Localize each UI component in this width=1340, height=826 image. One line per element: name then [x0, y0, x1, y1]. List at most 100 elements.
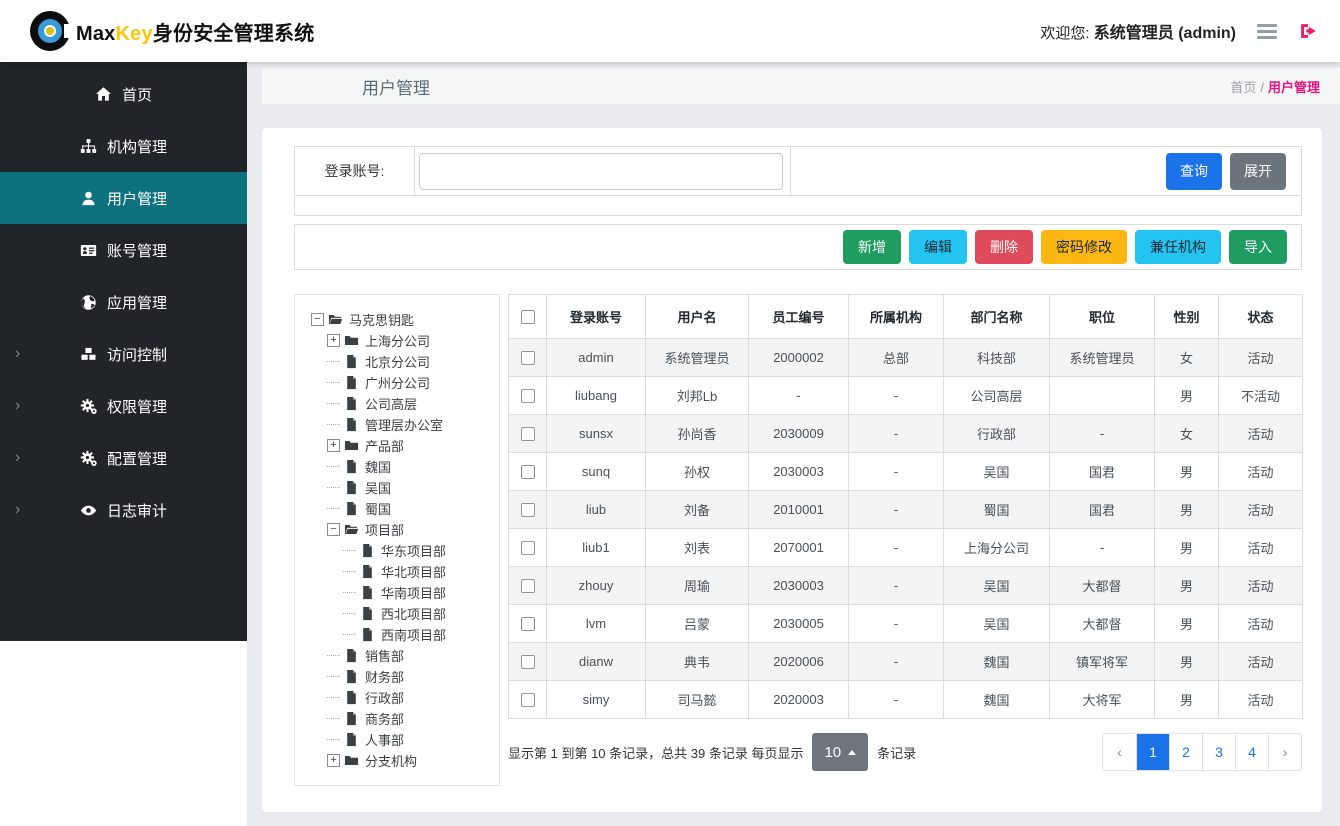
breadcrumb-home-link[interactable]: 首页 — [1230, 80, 1256, 95]
table-row[interactable]: sunq孙权2030003-吴国国君男活动 — [509, 453, 1303, 491]
table-cell: 男 — [1155, 377, 1219, 415]
table-cell: - — [749, 377, 849, 415]
table-row[interactable]: admin系统管理员2000002总部科技部系统管理员女活动 — [509, 339, 1303, 377]
sidebar-item-home[interactable]: 首页 — [0, 68, 247, 120]
per-page-dropdown[interactable]: 10 — [812, 733, 868, 771]
tree-node[interactable]: 华南项目部 — [301, 582, 495, 603]
tree-node[interactable]: 吴国 — [301, 477, 495, 498]
tree-connector — [327, 424, 340, 425]
brand-logo[interactable]: MaxKey身份安全管理系统 — [30, 11, 314, 51]
table-row[interactable]: liub1刘表2070001-上海分公司-男活动 — [509, 529, 1303, 567]
next-page-button[interactable]: › — [1268, 734, 1301, 770]
query-button[interactable]: 查询 — [1166, 153, 1222, 190]
expand-button[interactable]: 展开 — [1230, 153, 1286, 190]
chevron-right-icon: › — [15, 346, 20, 362]
login-account-input[interactable] — [419, 153, 783, 190]
row-checkbox[interactable] — [521, 617, 535, 631]
user-table: 登录账号用户名员工编号所属机构部门名称职位性别状态 admin系统管理员2000… — [508, 294, 1303, 719]
table-cell: 刘邦Lb — [646, 377, 749, 415]
sidebar-nav: 首页 机构管理 用户管理 账号管理 应用管理 › 访问控制 › 权限管理 › 配… — [0, 62, 247, 641]
edit-button[interactable]: 编辑 — [909, 230, 967, 264]
row-checkbox[interactable] — [521, 465, 535, 479]
home-icon — [95, 85, 113, 103]
import-button[interactable]: 导入 — [1229, 230, 1287, 264]
table-row[interactable]: dianw典韦2020006-魏国镇军将军男活动 — [509, 643, 1303, 681]
tree-node[interactable]: − 马克思钥匙 — [301, 309, 495, 330]
tree-connector — [327, 655, 340, 656]
tree-node[interactable]: 华北项目部 — [301, 561, 495, 582]
tree-node[interactable]: + 产品部 — [301, 435, 495, 456]
row-checkbox[interactable] — [521, 389, 535, 403]
row-checkbox[interactable] — [521, 351, 535, 365]
tree-node[interactable]: 北京分公司 — [301, 351, 495, 372]
prev-page-button[interactable]: ‹ — [1103, 734, 1136, 770]
concurrent-button[interactable]: 兼任机构 — [1135, 230, 1221, 264]
sidebar-item-audit[interactable]: › 日志审计 — [0, 484, 247, 536]
logout-icon[interactable] — [1298, 21, 1318, 41]
tree-toggle[interactable]: + — [327, 754, 340, 767]
sidebar-item-org[interactable]: 机构管理 — [0, 120, 247, 172]
delete-button[interactable]: 删除 — [975, 230, 1033, 264]
sidebar-item-accounts[interactable]: 账号管理 — [0, 224, 247, 276]
pagination-summary: 显示第 1 到第 10 条记录，总共 39 条记录 每页显示 10 条记录 — [508, 733, 916, 771]
sidebar-item-access[interactable]: › 访问控制 — [0, 328, 247, 380]
file-icon — [344, 396, 360, 411]
row-checkbox[interactable] — [521, 503, 535, 517]
tree-node[interactable]: 公司高层 — [301, 393, 495, 414]
page-button-2[interactable]: 2 — [1169, 734, 1202, 770]
tree-node[interactable]: 华东项目部 — [301, 540, 495, 561]
page-title: 用户管理 — [362, 74, 430, 99]
sidebar-item-users[interactable]: 用户管理 — [0, 172, 247, 224]
tree-node[interactable]: 西北项目部 — [301, 603, 495, 624]
row-checkbox[interactable] — [521, 693, 535, 707]
tree-toggle[interactable]: + — [327, 334, 340, 347]
tree-connector — [327, 466, 340, 467]
tree-node[interactable]: 魏国 — [301, 456, 495, 477]
table-cell: sunq — [547, 453, 646, 491]
sidebar-item-config[interactable]: › 配置管理 — [0, 432, 247, 484]
menu-toggle-icon[interactable] — [1254, 21, 1280, 42]
table-cell: - — [1050, 415, 1155, 453]
select-all-checkbox[interactable] — [521, 310, 535, 324]
tree-node[interactable]: 财务部 — [301, 666, 495, 687]
table-row[interactable]: lvm吕蒙2030005-吴国大都督男活动 — [509, 605, 1303, 643]
table-row[interactable]: liub刘备2010001-蜀国国君男活动 — [509, 491, 1303, 529]
tree-node[interactable]: 行政部 — [301, 687, 495, 708]
table-row[interactable]: simy司马懿2020003-魏国大将军男活动 — [509, 681, 1303, 719]
table-cell: 2010001 — [749, 491, 849, 529]
page-button-3[interactable]: 3 — [1202, 734, 1235, 770]
tree-connector — [327, 697, 340, 698]
tree-toggle[interactable]: − — [327, 523, 340, 536]
table-cell: 系统管理员 — [646, 339, 749, 377]
folder-closed-icon — [344, 438, 360, 453]
tree-node[interactable]: 人事部 — [301, 729, 495, 750]
page-button-4[interactable]: 4 — [1235, 734, 1268, 770]
tree-node[interactable]: + 分支机构 — [301, 750, 495, 771]
tree-toggle[interactable]: − — [311, 313, 324, 326]
tree-node[interactable]: 管理层办公室 — [301, 414, 495, 435]
row-checkbox[interactable] — [521, 579, 535, 593]
table-cell: 吕蒙 — [646, 605, 749, 643]
row-checkbox[interactable] — [521, 655, 535, 669]
add-button[interactable]: 新增 — [843, 230, 901, 264]
tree-node[interactable]: 西南项目部 — [301, 624, 495, 645]
tree-connector — [327, 403, 340, 404]
tree-node[interactable]: 销售部 — [301, 645, 495, 666]
tree-node[interactable]: 蜀国 — [301, 498, 495, 519]
table-row[interactable]: zhouy周瑜2030003-吴国大都督男活动 — [509, 567, 1303, 605]
tree-node[interactable]: 商务部 — [301, 708, 495, 729]
sidebar-item-perms[interactable]: › 权限管理 — [0, 380, 247, 432]
page-button-1[interactable]: 1 — [1136, 734, 1169, 770]
tree-toggle[interactable]: + — [327, 439, 340, 452]
row-checkbox[interactable] — [521, 541, 535, 555]
sidebar-item-apps[interactable]: 应用管理 — [0, 276, 247, 328]
tree-node[interactable]: 广州分公司 — [301, 372, 495, 393]
main-card: 登录账号: 查询 展开 新增编辑删除密码修改兼任机构导入 — [262, 128, 1322, 812]
tree-node[interactable]: + 上海分公司 — [301, 330, 495, 351]
tree-node[interactable]: − 项目部 — [301, 519, 495, 540]
table-row[interactable]: sunsx孙尚香2030009-行政部-女活动 — [509, 415, 1303, 453]
password-button[interactable]: 密码修改 — [1041, 230, 1127, 264]
table-row[interactable]: liubang刘邦Lb--公司高层男不活动 — [509, 377, 1303, 415]
row-checkbox[interactable] — [521, 427, 535, 441]
table-cell: 大都督 — [1050, 605, 1155, 643]
